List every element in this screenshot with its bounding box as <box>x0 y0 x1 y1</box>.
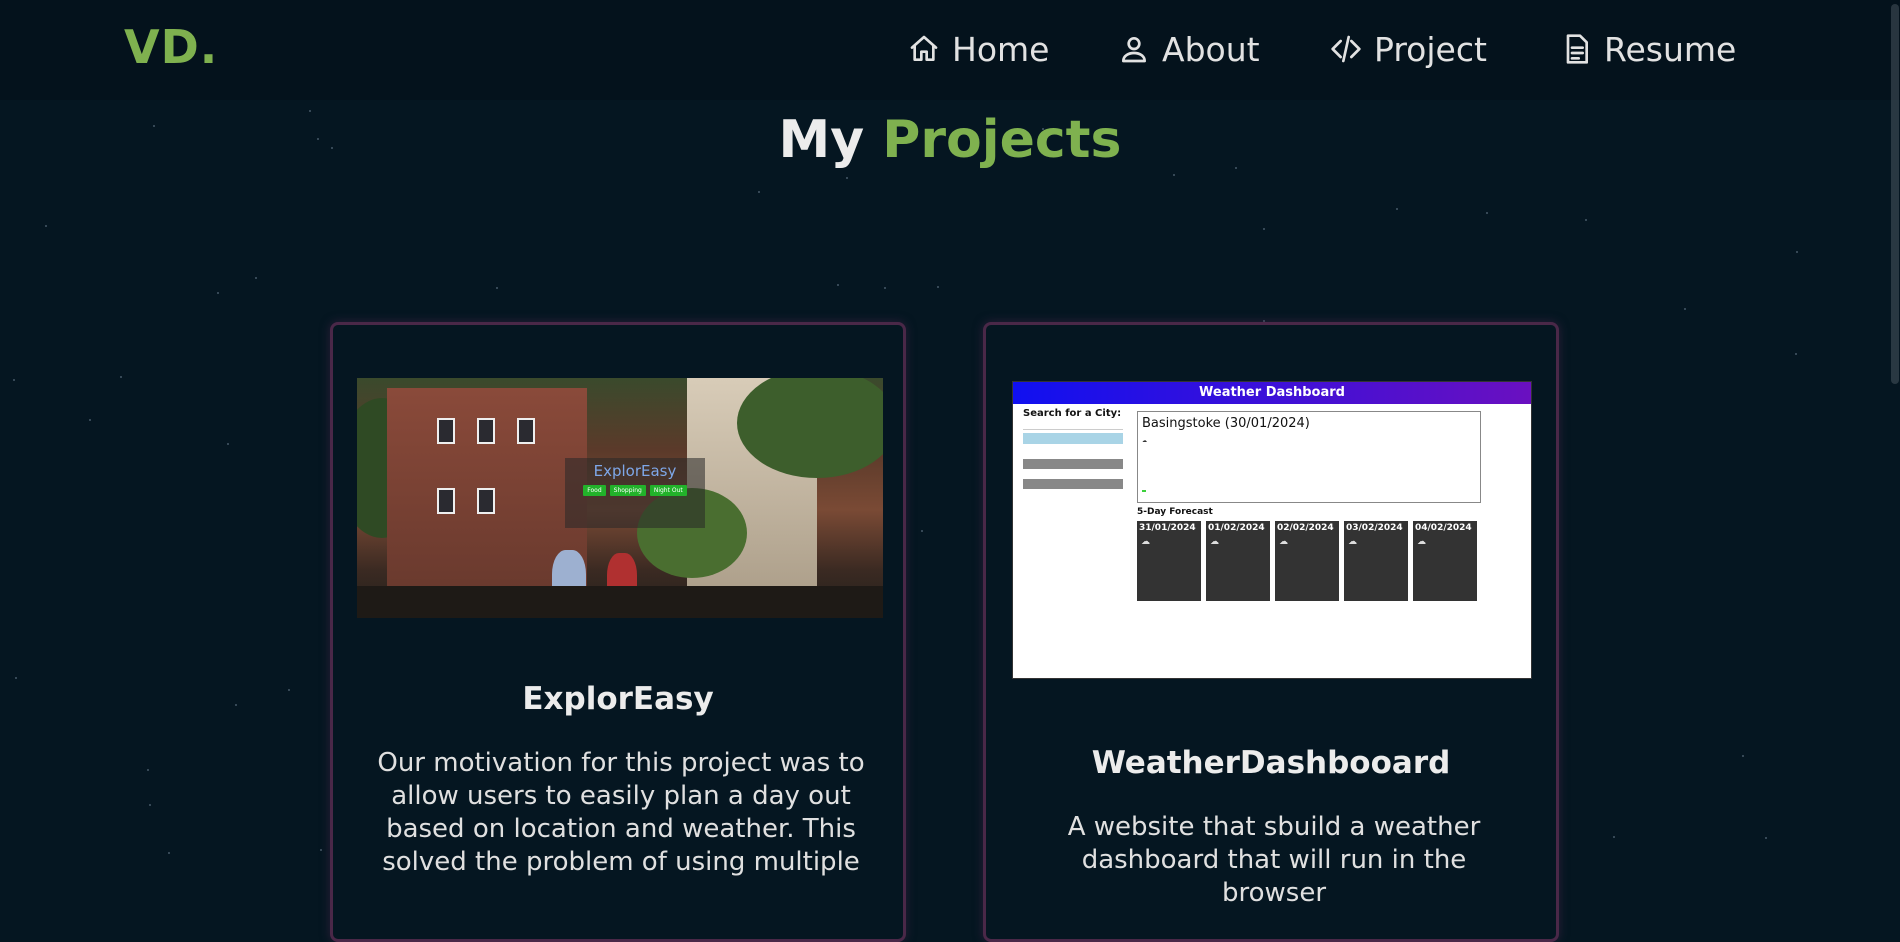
explореasy-overlay: ExplorEasy Food Shopping Night Out <box>565 458 705 528</box>
site-logo[interactable]: VD. <box>124 20 218 74</box>
project-preview-image[interactable]: ExplorEasy Food Shopping Night Out <box>357 378 883 618</box>
star-dot <box>149 804 151 806</box>
star-dot <box>217 292 219 294</box>
user-icon <box>1122 37 1146 63</box>
nav-project[interactable]: Project <box>1330 26 1487 72</box>
window-shape <box>517 418 535 444</box>
window-shape <box>477 418 495 444</box>
star-dot <box>168 852 170 854</box>
star-dot <box>1765 837 1767 839</box>
section-heading: My Projects <box>0 110 1900 170</box>
cloud-icon: ☁ <box>1141 537 1150 547</box>
wd-history-item <box>1023 459 1123 469</box>
navbar: VD. Home About Project Resume <box>0 0 1900 100</box>
cloud-icon: ☁ <box>1279 537 1288 547</box>
ground-shape <box>357 586 883 618</box>
star-dot <box>758 191 760 193</box>
star-dot <box>15 677 17 679</box>
wd-forecast-day: 04/02/2024 ☁ <box>1413 521 1477 601</box>
star-dot <box>147 769 149 771</box>
wd-forecast-date: 03/02/2024 <box>1346 523 1403 533</box>
wd-forecast-date: 01/02/2024 <box>1208 523 1265 533</box>
page-scrollbar[interactable] <box>1888 0 1900 871</box>
scrollbar-thumb[interactable] <box>1891 4 1899 384</box>
star-dot <box>937 286 939 288</box>
wd-history-item <box>1023 479 1123 489</box>
wd-weather-icon: ☁ <box>1142 438 1147 444</box>
wd-forecast-date: 31/01/2024 <box>1139 523 1196 533</box>
star-dot <box>255 277 257 279</box>
nav-project-label: Project <box>1374 29 1487 69</box>
cloud-icon: ☁ <box>1417 537 1426 547</box>
star-dot <box>837 284 839 286</box>
nav-resume[interactable]: Resume <box>1560 26 1736 72</box>
cloud-icon: ☁ <box>1348 537 1357 547</box>
star-dot <box>1263 228 1265 230</box>
project-title: ExplorEasy <box>522 681 714 717</box>
star-dot <box>13 379 15 381</box>
preview-app-title: ExplorEasy <box>593 462 677 480</box>
project-card-weatherdashboard[interactable]: Weather Dashboard Search for a City: Bas… <box>983 322 1559 942</box>
preview-shopping-button: Shopping <box>609 485 646 496</box>
wd-forecast-day: 01/02/2024 ☁ <box>1206 521 1270 601</box>
wd-uv-badge <box>1142 490 1146 492</box>
nav-resume-label: Resume <box>1604 29 1737 69</box>
project-description: A website that sbuild a weather dashboar… <box>1067 812 1481 908</box>
star-dot <box>846 177 848 179</box>
wd-forecast-title: 5-Day Forecast <box>1137 507 1213 517</box>
wd-forecast-day: 03/02/2024 ☁ <box>1344 521 1408 601</box>
wd-header: Weather Dashboard <box>1013 382 1531 404</box>
wd-forecast-date: 02/02/2024 <box>1277 523 1334 533</box>
window-shape <box>437 488 455 514</box>
preview-nightout-button: Night Out <box>649 485 687 496</box>
star-dot <box>120 376 122 378</box>
star-dot <box>227 443 229 445</box>
star-dot <box>320 849 322 851</box>
project-title: WeatherDashbooard <box>1091 745 1451 781</box>
nav-about-label: About <box>1162 29 1260 69</box>
star-dot <box>1396 208 1398 210</box>
heading-prefix: My <box>778 110 865 170</box>
star-dot <box>1585 219 1587 221</box>
window-shape <box>477 488 495 514</box>
wd-search-button <box>1023 433 1123 444</box>
star-dot <box>288 689 290 691</box>
nav-home-label: Home <box>952 29 1050 69</box>
project-preview-image[interactable]: Weather Dashboard Search for a City: Bas… <box>1012 381 1532 679</box>
star-dot <box>921 530 923 532</box>
star-dot <box>45 225 47 227</box>
cloud-icon: ☁ <box>1210 537 1219 547</box>
star-dot <box>1742 755 1744 757</box>
wd-forecast-day: 02/02/2024 ☁ <box>1275 521 1339 601</box>
heading-accent: Projects <box>882 110 1122 170</box>
code-icon <box>1331 35 1361 63</box>
home-icon <box>910 35 938 61</box>
wd-current-weather: Basingstoke (30/01/2024) ☁ <box>1137 411 1481 503</box>
star-dot <box>884 287 886 289</box>
star-dot <box>1613 836 1615 838</box>
preview-food-button: Food <box>583 485 606 496</box>
star-dot <box>89 419 91 421</box>
wd-current-city: Basingstoke (30/01/2024) <box>1142 416 1310 431</box>
wd-forecast-date: 04/02/2024 <box>1415 523 1472 533</box>
window-shape <box>437 418 455 444</box>
nav-home[interactable]: Home <box>908 26 1049 72</box>
star-dot <box>1795 353 1797 355</box>
document-icon <box>1566 34 1588 64</box>
star-dot <box>496 287 498 289</box>
star-dot <box>1684 308 1686 310</box>
wd-search-input <box>1023 422 1123 430</box>
wd-search-label: Search for a City: <box>1023 408 1122 419</box>
project-description: Our motivation for this project was to a… <box>377 748 865 877</box>
star-dot <box>1486 212 1488 214</box>
project-card-explореasy[interactable]: ExplorEasy Food Shopping Night Out Explo… <box>330 322 906 942</box>
nav-about[interactable]: About <box>1118 26 1260 72</box>
star-dot <box>235 704 237 706</box>
wd-forecast-day: 31/01/2024 ☁ <box>1137 521 1201 601</box>
star-dot <box>1796 251 1798 253</box>
star-dot <box>1173 174 1175 176</box>
